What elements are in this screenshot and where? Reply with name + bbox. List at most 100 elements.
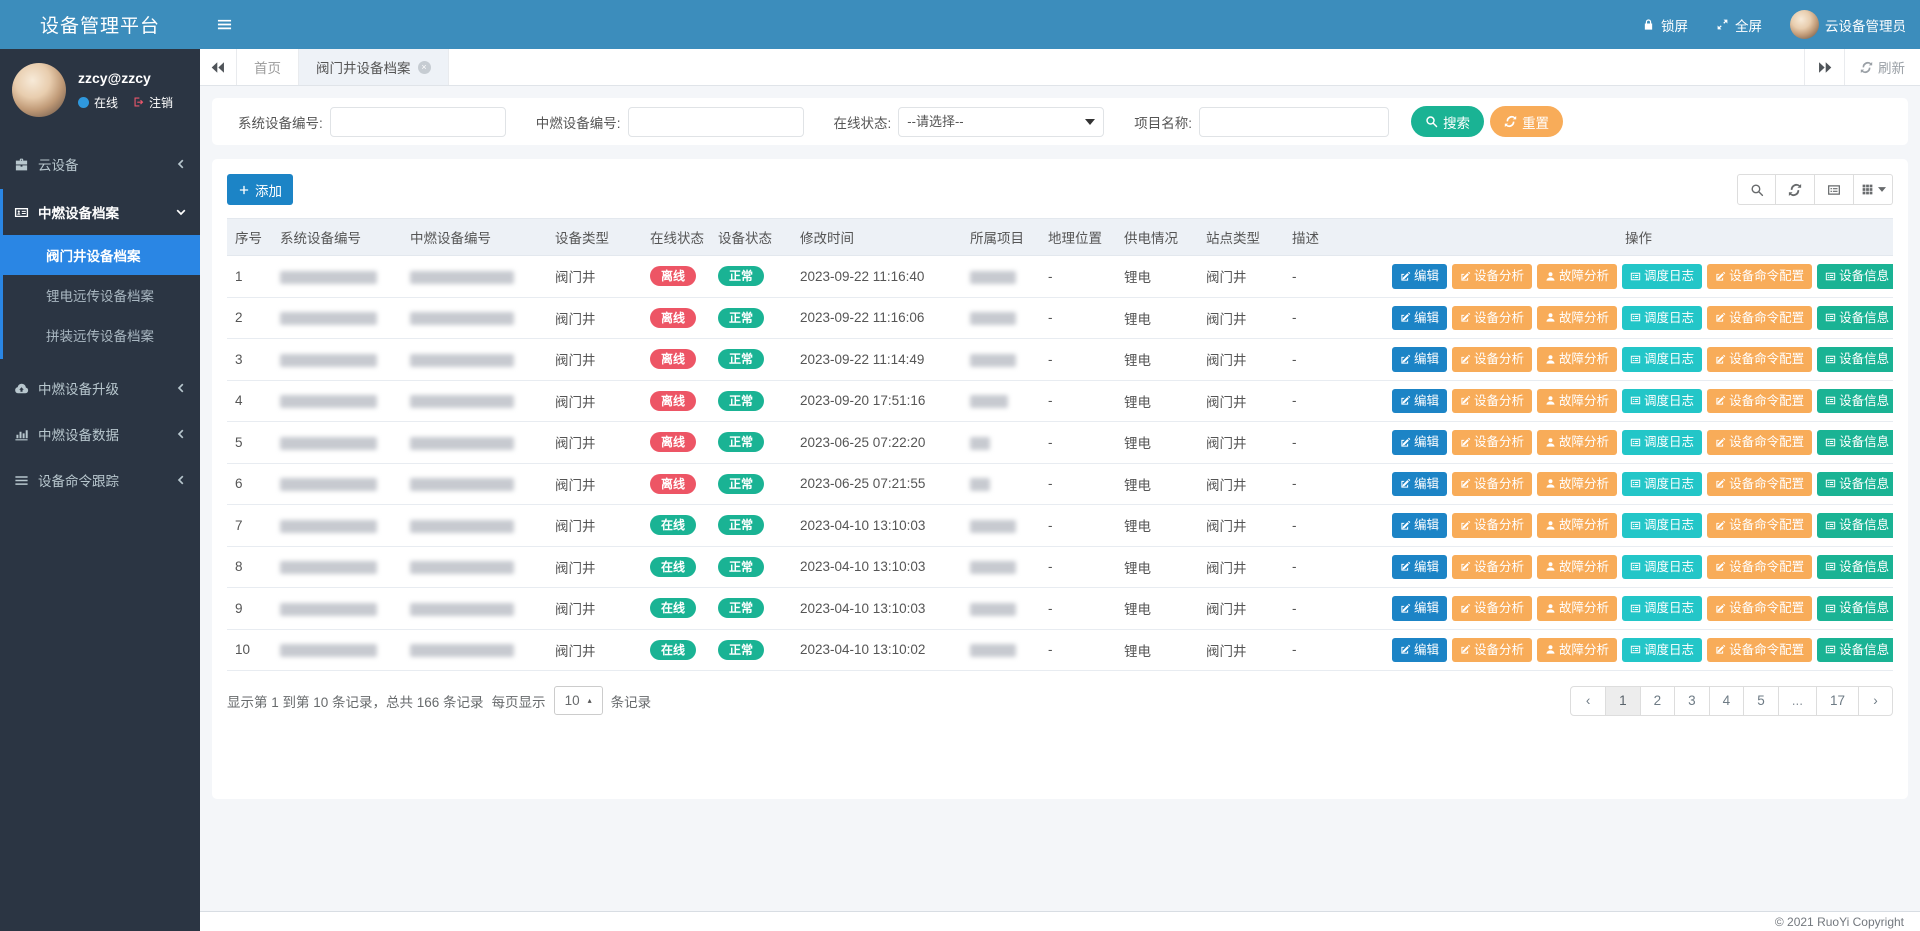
dispatch-log-button[interactable]: 调度日志 (1622, 638, 1702, 663)
logout-link[interactable]: 注销 (133, 94, 173, 111)
gas-device-code-input[interactable] (628, 107, 804, 137)
add-button[interactable]: 添加 (227, 174, 293, 205)
edit-button[interactable]: 编辑 (1392, 472, 1447, 497)
device-command-config-button[interactable]: 设备命令配置 (1707, 472, 1812, 497)
device-command-config-button[interactable]: 设备命令配置 (1707, 555, 1812, 580)
edit-button[interactable]: 编辑 (1392, 430, 1447, 455)
tabs-scroll-left-button[interactable] (200, 49, 237, 85)
page-button-17[interactable]: 17 (1816, 687, 1858, 715)
close-icon[interactable]: × (418, 61, 431, 74)
sidebar-item-gas-device-archive[interactable]: 中燃设备档案 (3, 189, 200, 235)
tab-home[interactable]: 首页 (237, 49, 299, 85)
reset-button[interactable]: 重置 (1490, 106, 1563, 137)
dispatch-log-button[interactable]: 调度日志 (1622, 306, 1702, 331)
device-analysis-button[interactable]: 设备分析 (1452, 513, 1532, 538)
device-analysis-button[interactable]: 设备分析 (1452, 347, 1532, 372)
system-device-code-input[interactable] (330, 107, 506, 137)
fault-analysis-button[interactable]: 故障分析 (1537, 555, 1617, 580)
device-command-config-button[interactable]: 设备命令配置 (1707, 430, 1812, 455)
project-name-input[interactable] (1199, 107, 1389, 137)
device-info-button[interactable]: 设备信息 (1817, 513, 1893, 538)
sidebar-toggle-button[interactable] (200, 0, 249, 49)
device-command-config-button[interactable]: 设备命令配置 (1707, 638, 1812, 663)
device-analysis-button[interactable]: 设备分析 (1452, 430, 1532, 455)
device-command-config-button[interactable]: 设备命令配置 (1707, 513, 1812, 538)
edit-button[interactable]: 编辑 (1392, 306, 1447, 331)
dispatch-log-button[interactable]: 调度日志 (1622, 596, 1702, 621)
sidebar-item-valve-well-archive[interactable]: 阀门井设备档案 (3, 235, 200, 275)
device-command-config-button[interactable]: 设备命令配置 (1707, 306, 1812, 331)
prev-page-button[interactable]: ‹ (1571, 687, 1605, 715)
dispatch-log-button[interactable]: 调度日志 (1622, 264, 1702, 289)
dispatch-log-button[interactable]: 调度日志 (1622, 472, 1702, 497)
device-command-config-button[interactable]: 设备命令配置 (1707, 264, 1812, 289)
page-button-2[interactable]: 2 (1640, 687, 1675, 715)
device-command-config-button[interactable]: 设备命令配置 (1707, 389, 1812, 414)
refresh-tab-button[interactable]: 刷新 (1844, 49, 1920, 85)
next-page-button[interactable]: › (1858, 687, 1892, 715)
fault-analysis-button[interactable]: 故障分析 (1537, 596, 1617, 621)
fault-analysis-button[interactable]: 故障分析 (1537, 347, 1617, 372)
device-info-button[interactable]: 设备信息 (1817, 306, 1893, 331)
sidebar-item-assembled-remote-archive[interactable]: 拼装远传设备档案 (3, 315, 200, 355)
device-command-config-button[interactable]: 设备命令配置 (1707, 347, 1812, 372)
dispatch-log-button[interactable]: 调度日志 (1622, 555, 1702, 580)
search-button[interactable]: 搜索 (1411, 106, 1484, 137)
device-analysis-button[interactable]: 设备分析 (1452, 555, 1532, 580)
dispatch-log-button[interactable]: 调度日志 (1622, 389, 1702, 414)
fault-analysis-button[interactable]: 故障分析 (1537, 306, 1617, 331)
device-info-button[interactable]: 设备信息 (1817, 347, 1893, 372)
sidebar-item-lithium-remote-archive[interactable]: 锂电远传设备档案 (3, 275, 200, 315)
tab-valve-well-archive[interactable]: 阀门井设备档案 × (299, 49, 449, 85)
tabs-scroll-right-button[interactable] (1804, 49, 1844, 85)
table-columns-button[interactable] (1854, 174, 1893, 205)
table-detail-view-button[interactable] (1815, 174, 1854, 205)
table-refresh-button[interactable] (1776, 174, 1815, 205)
edit-button[interactable]: 编辑 (1392, 596, 1447, 621)
device-analysis-button[interactable]: 设备分析 (1452, 306, 1532, 331)
device-info-button[interactable]: 设备信息 (1817, 638, 1893, 663)
fault-analysis-button[interactable]: 故障分析 (1537, 513, 1617, 538)
page-button-5[interactable]: 5 (1743, 687, 1778, 715)
device-analysis-button[interactable]: 设备分析 (1452, 389, 1532, 414)
device-command-config-button[interactable]: 设备命令配置 (1707, 596, 1812, 621)
lock-screen-button[interactable]: 锁屏 (1628, 0, 1702, 49)
page-button-3[interactable]: 3 (1674, 687, 1709, 715)
fault-analysis-button[interactable]: 故障分析 (1537, 264, 1617, 289)
dispatch-log-button[interactable]: 调度日志 (1622, 513, 1702, 538)
page-button-4[interactable]: 4 (1709, 687, 1744, 715)
fault-analysis-button[interactable]: 故障分析 (1537, 430, 1617, 455)
device-info-button[interactable]: 设备信息 (1817, 596, 1893, 621)
dispatch-log-button[interactable]: 调度日志 (1622, 347, 1702, 372)
edit-button[interactable]: 编辑 (1392, 389, 1447, 414)
device-info-button[interactable]: 设备信息 (1817, 430, 1893, 455)
sidebar-item-command-tracking[interactable]: 设备命令跟踪 (0, 457, 200, 503)
edit-button[interactable]: 编辑 (1392, 264, 1447, 289)
fault-analysis-button[interactable]: 故障分析 (1537, 389, 1617, 414)
table-search-button[interactable] (1737, 174, 1776, 205)
dispatch-log-button[interactable]: 调度日志 (1622, 430, 1702, 455)
online-status-select[interactable]: --请选择-- (898, 107, 1104, 137)
device-info-button[interactable]: 设备信息 (1817, 389, 1893, 414)
page-button-1[interactable]: 1 (1605, 687, 1640, 715)
edit-button[interactable]: 编辑 (1392, 638, 1447, 663)
device-analysis-button[interactable]: 设备分析 (1452, 472, 1532, 497)
sidebar-item-device-upgrade[interactable]: 中燃设备升级 (0, 365, 200, 411)
sidebar-item-device-data[interactable]: 中燃设备数据 (0, 411, 200, 457)
fault-analysis-button[interactable]: 故障分析 (1537, 472, 1617, 497)
device-analysis-button[interactable]: 设备分析 (1452, 638, 1532, 663)
fullscreen-button[interactable]: 全屏 (1702, 0, 1776, 49)
device-info-button[interactable]: 设备信息 (1817, 264, 1893, 289)
device-info-button[interactable]: 设备信息 (1817, 472, 1893, 497)
edit-button[interactable]: 编辑 (1392, 347, 1447, 372)
project-name-label: 项目名称: (1134, 112, 1192, 132)
user-menu-button[interactable]: 云设备管理员 (1776, 0, 1920, 49)
fault-analysis-button[interactable]: 故障分析 (1537, 638, 1617, 663)
sidebar-item-cloud-device[interactable]: 云设备 (0, 141, 200, 187)
device-analysis-button[interactable]: 设备分析 (1452, 264, 1532, 289)
page-size-dropdown[interactable]: 10 ▴ (554, 686, 603, 715)
device-analysis-button[interactable]: 设备分析 (1452, 596, 1532, 621)
edit-button[interactable]: 编辑 (1392, 513, 1447, 538)
device-info-button[interactable]: 设备信息 (1817, 555, 1893, 580)
edit-button[interactable]: 编辑 (1392, 555, 1447, 580)
